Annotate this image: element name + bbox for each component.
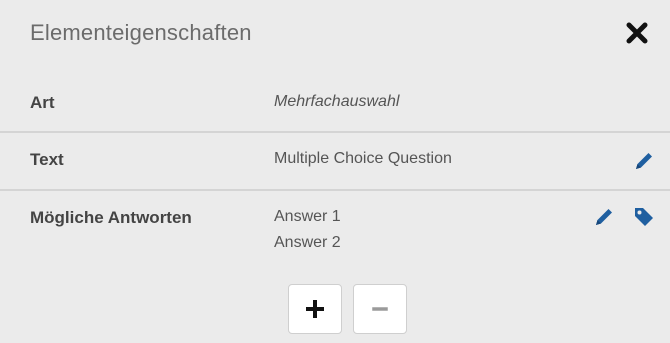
edit-text-button[interactable] xyxy=(630,147,658,175)
answer-item: Answer 2 xyxy=(274,234,341,251)
edit-answers-button[interactable] xyxy=(590,203,618,231)
close-button[interactable] xyxy=(622,16,652,50)
property-value-art: Mehrfachauswahl xyxy=(274,93,400,110)
property-row-text: Text Multiple Choice Question xyxy=(0,131,670,189)
panel-title: Elementeigenschaften xyxy=(30,20,252,45)
pencil-icon xyxy=(636,153,652,169)
property-row-art: Art Mehrfachauswahl xyxy=(0,82,670,126)
tag-icon xyxy=(635,208,653,226)
property-value-text: Multiple Choice Question xyxy=(274,150,452,167)
answer-item: Answer 1 xyxy=(274,208,341,225)
minus-icon xyxy=(372,307,388,311)
pencil-icon xyxy=(596,209,612,225)
property-label-art: Art xyxy=(30,93,55,112)
element-properties-panel: Elementeigenschaften Art Mehrfachauswahl… xyxy=(0,0,670,343)
panel-header: Elementeigenschaften xyxy=(0,0,670,68)
property-label-text: Text xyxy=(30,150,64,169)
plus-icon xyxy=(306,300,324,318)
property-label-answers: Mögliche Antworten xyxy=(30,208,192,227)
tag-answers-button[interactable] xyxy=(630,203,658,231)
close-icon xyxy=(626,22,648,44)
property-row-answers: Mögliche Antworten Answer 1 Answer 2 xyxy=(0,189,670,343)
add-answer-button[interactable] xyxy=(288,284,342,334)
remove-answer-button[interactable] xyxy=(353,284,407,334)
